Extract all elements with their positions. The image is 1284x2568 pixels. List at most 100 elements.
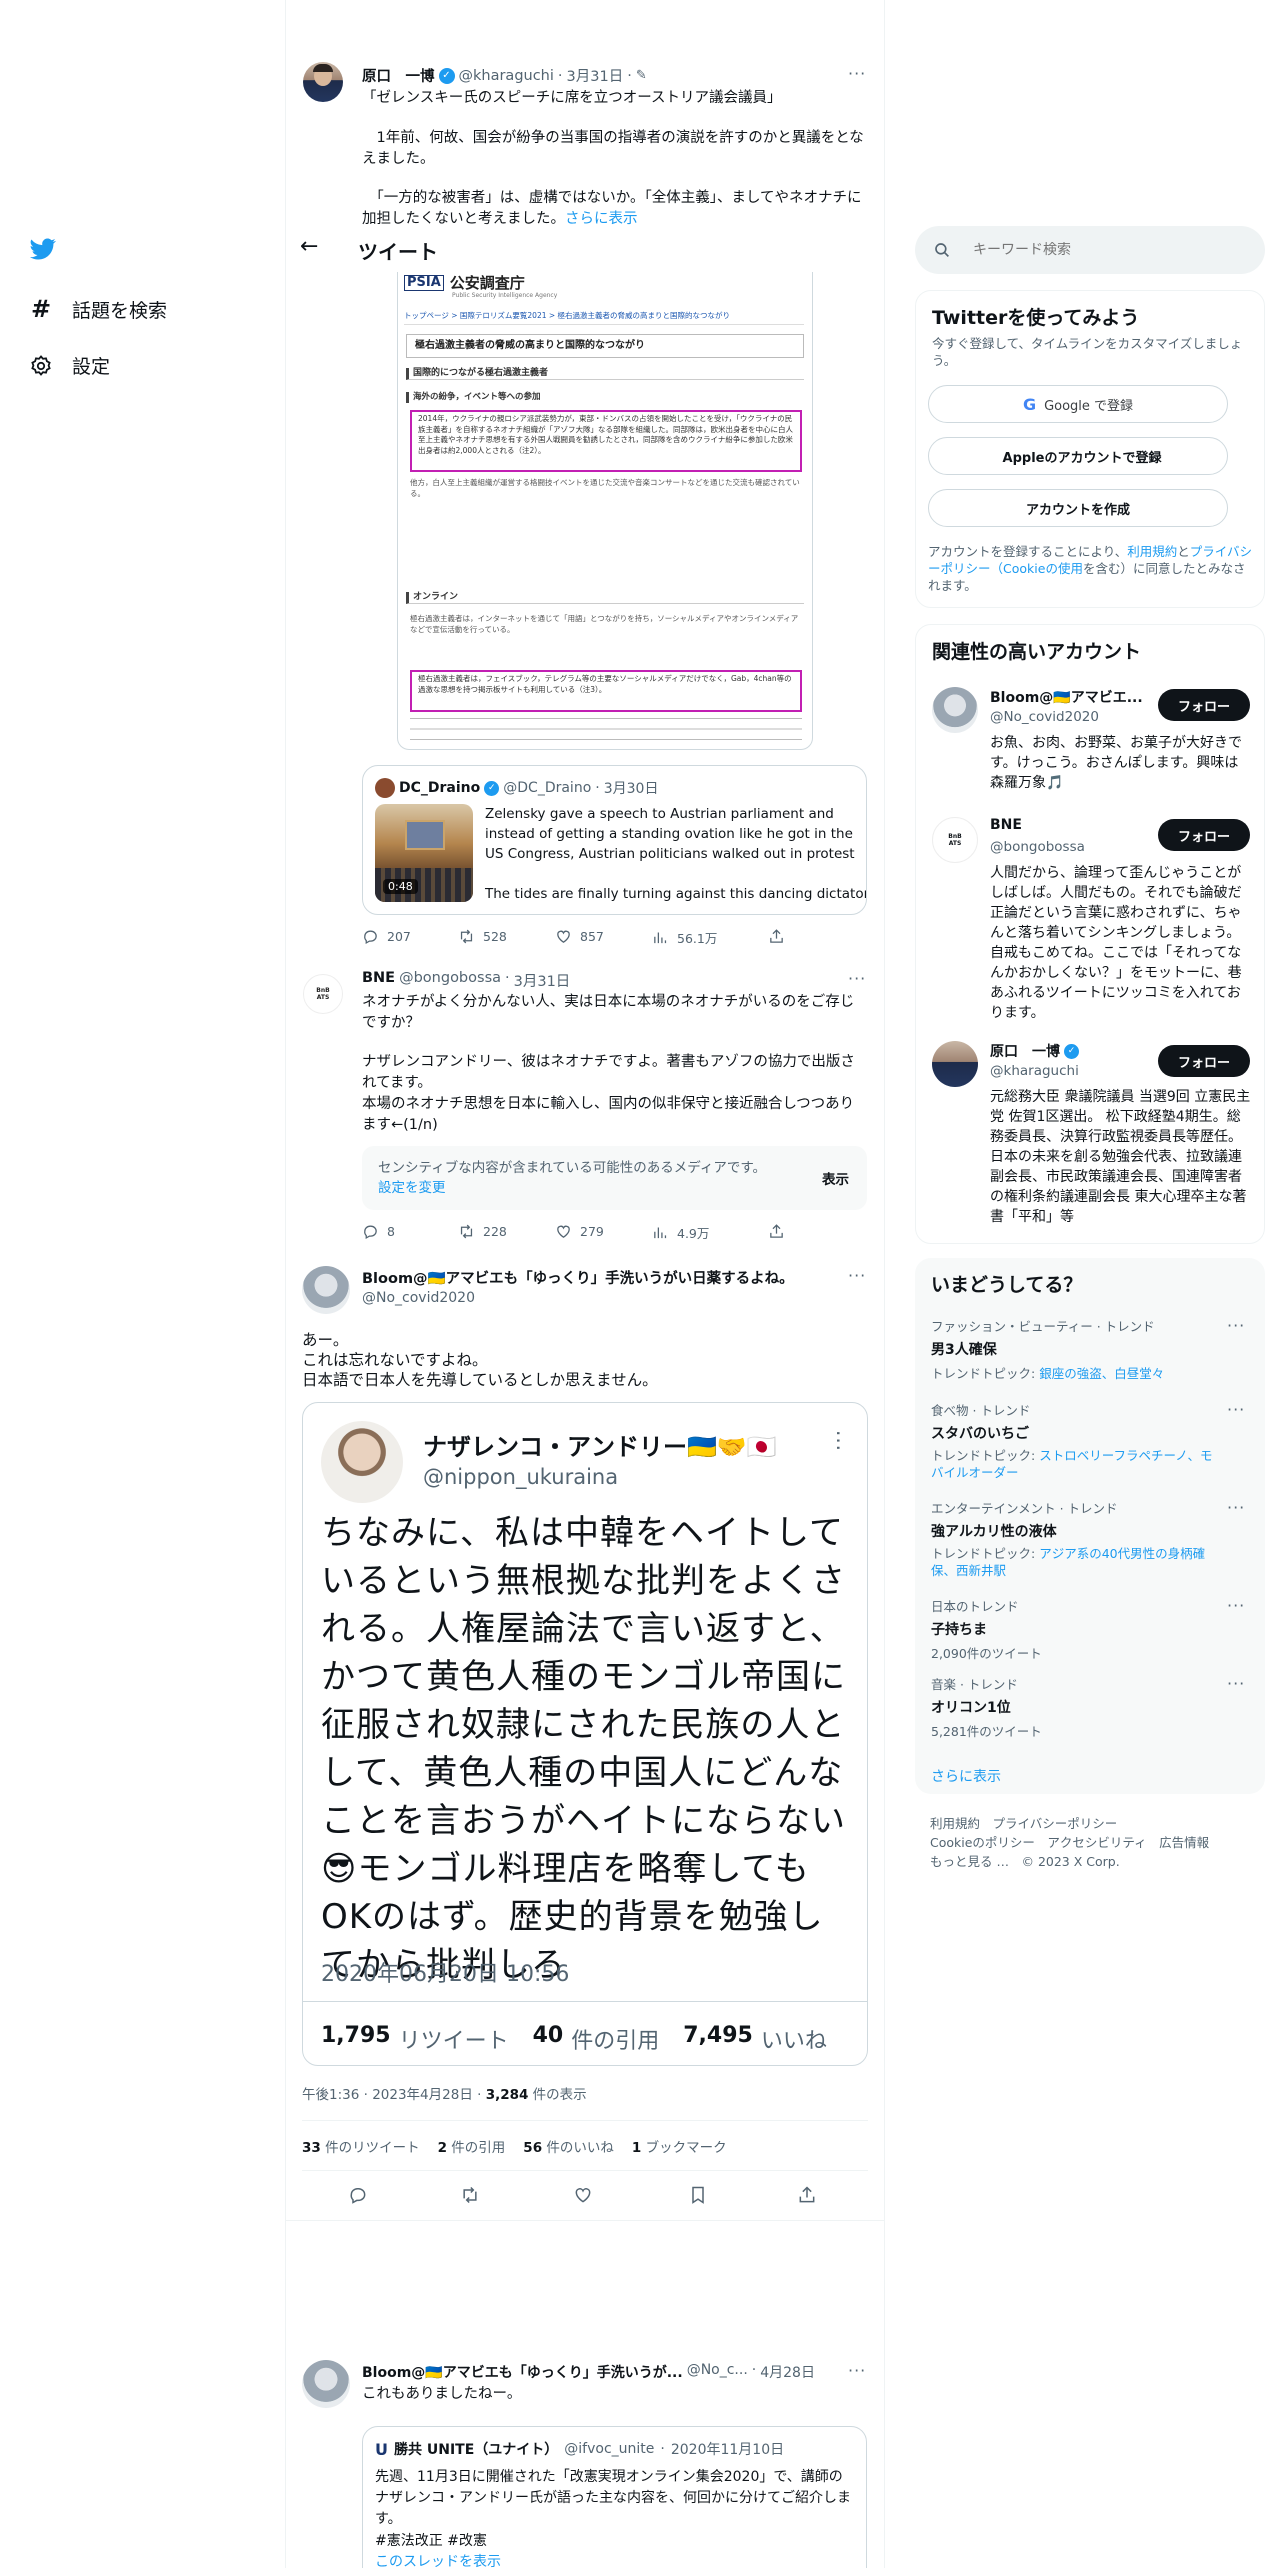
bookmark-button[interactable] [688,2185,708,2205]
trend-item[interactable]: ファッション・ビューティー · トレンド 男3人確保 トレンドトピック: 銀座の… [931,1316,1251,1382]
retweet-button[interactable]: 528 [458,928,507,945]
column-border-left [285,0,286,2568]
reply-button[interactable]: 207 [362,928,411,945]
account-name[interactable]: Bloom@🇺🇦アマビエ... [990,687,1143,707]
reply-button[interactable]: 8 [362,1223,395,1240]
quoted-text: The tides are finally turning against th… [485,886,867,902]
nav-settings[interactable]: 設定 [28,352,110,379]
avatar[interactable] [932,687,978,733]
bookmarks-stat[interactable]: 1 ブックマーク [632,2136,727,2156]
footer-line[interactable]: 利用規約 プライバシーポリシー [930,1814,1209,1833]
more-options-icon[interactable]: ··· [1227,1596,1245,1615]
like-button[interactable]: 857 [555,928,604,945]
avatar[interactable] [303,62,343,102]
author-handle[interactable]: @kharaguchi [459,68,554,84]
nav-explore[interactable]: # 話題を検索 [28,295,167,323]
account-handle[interactable]: @kharaguchi [990,1063,1079,1079]
terms-link[interactable]: 利用規約 [1127,544,1177,559]
main-author-name[interactable]: Bloom@🇺🇦アマビエも「ゆっくり」手洗いうがい日薬するよね。 [362,1267,794,1288]
tweet-text-para: 「一方的な被害者」は、虚構ではないか。「全体主義」、ましてやネオナチに加担したく… [362,190,862,227]
author-handle[interactable]: @No_c... [687,2362,748,2382]
avatar[interactable]: BnB ATS [932,817,978,863]
attached-image[interactable]: PSIA 公安調査庁 Public Security Intelligence … [397,272,813,750]
avatar-logo-text: BnB ATS [948,833,962,847]
timestamp-text[interactable]: 午後1:36 · 2023年4月28日 · [302,2087,486,2103]
attached-image[interactable]: ナザレンコ・アンドリー🇺🇦🤝🇯🇵 @nippon_ukuraina ··· ちな… [302,1402,868,2066]
views-button[interactable]: 4.9万 [652,1223,709,1242]
footer-links[interactable]: 利用規約 プライバシーポリシー Cookieのポリシー アクセシビリティ 広告情… [930,1814,1209,1871]
views-button[interactable]: 56.1万 [652,928,717,947]
show-more-trends-link[interactable]: さらに表示 [931,1766,1001,1786]
trend-item[interactable]: エンターテインメント · トレンド 強アルカリ性の液体 トレンドトピック: アジ… [931,1498,1221,1579]
avatar [321,1421,403,1503]
author-name[interactable]: 原口 一博 [362,65,435,86]
stat-value: 1,795 [321,2023,391,2048]
follow-button[interactable]: フォロー [1158,819,1250,851]
quoted-tweet[interactable]: DC_Draino ✓ @DC_Draino · 3月30日 0:48 Zele… [362,765,867,915]
retweet-button[interactable] [460,2185,480,2205]
avatar[interactable]: BnB ATS [303,974,343,1014]
account-handle[interactable]: @bongobossa [990,839,1085,855]
more-options-icon[interactable]: ··· [1227,1498,1245,1517]
more-options-icon[interactable]: ··· [1227,1316,1245,1335]
more-options-icon[interactable]: ··· [848,2361,866,2380]
quoted-hashtags[interactable]: #憲法改正 #改憲 [375,2530,487,2550]
footer-line[interactable]: Cookieのポリシー アクセシビリティ 広告情報 [930,1833,1209,1852]
google-signup-button[interactable]: G Google で登録 [928,385,1228,423]
back-arrow-icon[interactable]: ← [300,234,318,259]
trend-count: 2,090件のツイート [931,1646,1042,1661]
avatar[interactable] [302,2360,350,2408]
cookie-link[interactable]: （Cookieの使用 [991,561,1083,576]
search-input[interactable] [973,242,1253,258]
follow-button[interactable]: フォロー [1158,689,1250,721]
footer-line[interactable]: もっと見る … © 2023 X Corp. [930,1852,1209,1871]
author-handle[interactable]: @bongobossa [399,970,501,991]
video-thumbnail[interactable]: 0:48 [375,804,473,902]
share-button[interactable] [768,928,785,945]
avatar[interactable] [302,1266,350,1314]
account-name[interactable]: 原口 一博 [990,1041,1060,1061]
reply-button[interactable] [348,2185,368,2205]
apple-signup-button[interactable]: Appleのアカウントで登録 [928,437,1228,475]
trend-item[interactable]: 音楽 · トレンド オリコン1位 5,281件のツイート [931,1674,1221,1740]
more-options-icon[interactable]: ··· [1227,1400,1245,1419]
trend-item[interactable]: 日本のトレンド 子持ちま 2,090件のツイート [931,1596,1221,1662]
trend-item[interactable]: 食べ物 · トレンド スタバのいちご トレンドトピック: ストロベリーフラペチー… [931,1400,1221,1481]
trend-category: 音楽 · トレンド [931,1677,1018,1692]
author-name[interactable]: Bloom@🇺🇦アマビエも「ゆっくり」手洗いうが... [362,2362,683,2382]
more-options-icon[interactable]: ··· [848,969,866,988]
share-button[interactable] [797,2185,817,2205]
quotes-stat[interactable]: 2 件の引用 [438,2136,506,2156]
author-name: DC_Draino [399,780,481,796]
account-handle[interactable]: @No_covid2020 [990,709,1099,725]
likes-stat[interactable]: 56 件のいいね [523,2136,614,2156]
show-button[interactable]: 表示 [822,1168,849,1188]
create-account-button[interactable]: アカウントを作成 [928,489,1228,527]
twitter-logo-icon[interactable] [28,236,60,264]
show-thread-link[interactable]: このスレッドを表示 [375,2551,501,2568]
sensitive-media-warning: センシティブな内容が含まれている可能性のあるメディアです。設定を変更 表示 [362,1146,867,1210]
trends-panel: いまどうしてる？ ファッション・ビューティー · トレンド 男3人確保 トレンド… [915,1258,1265,1794]
account-name[interactable]: BNE [990,817,1022,833]
tweet-date[interactable]: 3月31日 [514,970,571,991]
share-button[interactable] [768,1223,785,1240]
more-options-icon[interactable]: ··· [848,1266,866,1285]
retweets-stat[interactable]: 33 件のリツイート [302,2136,420,2156]
search-box[interactable] [915,226,1265,274]
quoted-tweet[interactable]: U 勝共 UNITE（ユナイト） @ifvoc_unite · 2020年11月… [362,2426,867,2568]
retweet-button[interactable]: 228 [458,1223,507,1240]
tweet-date[interactable]: 3月31日 [567,65,624,86]
avatar-logo-text: BnB ATS [316,987,330,1001]
trend-topic-link[interactable]: 銀座の強盗、白昼堂々 [1039,1366,1164,1381]
follow-button[interactable]: フォロー [1158,1045,1250,1077]
main-author-handle[interactable]: @No_covid2020 [362,1290,475,1306]
tweet-date[interactable]: 4月28日 [760,2362,815,2382]
like-button[interactable] [573,2185,593,2205]
show-more-link[interactable]: さらに表示 [565,211,638,227]
change-settings-link[interactable]: 設定を変更 [378,1180,446,1196]
author-name[interactable]: BNE [362,970,395,991]
more-options-icon[interactable]: ··· [848,64,866,83]
more-options-icon[interactable]: ··· [1227,1674,1245,1693]
avatar[interactable] [932,1041,978,1087]
like-button[interactable]: 279 [555,1223,604,1240]
